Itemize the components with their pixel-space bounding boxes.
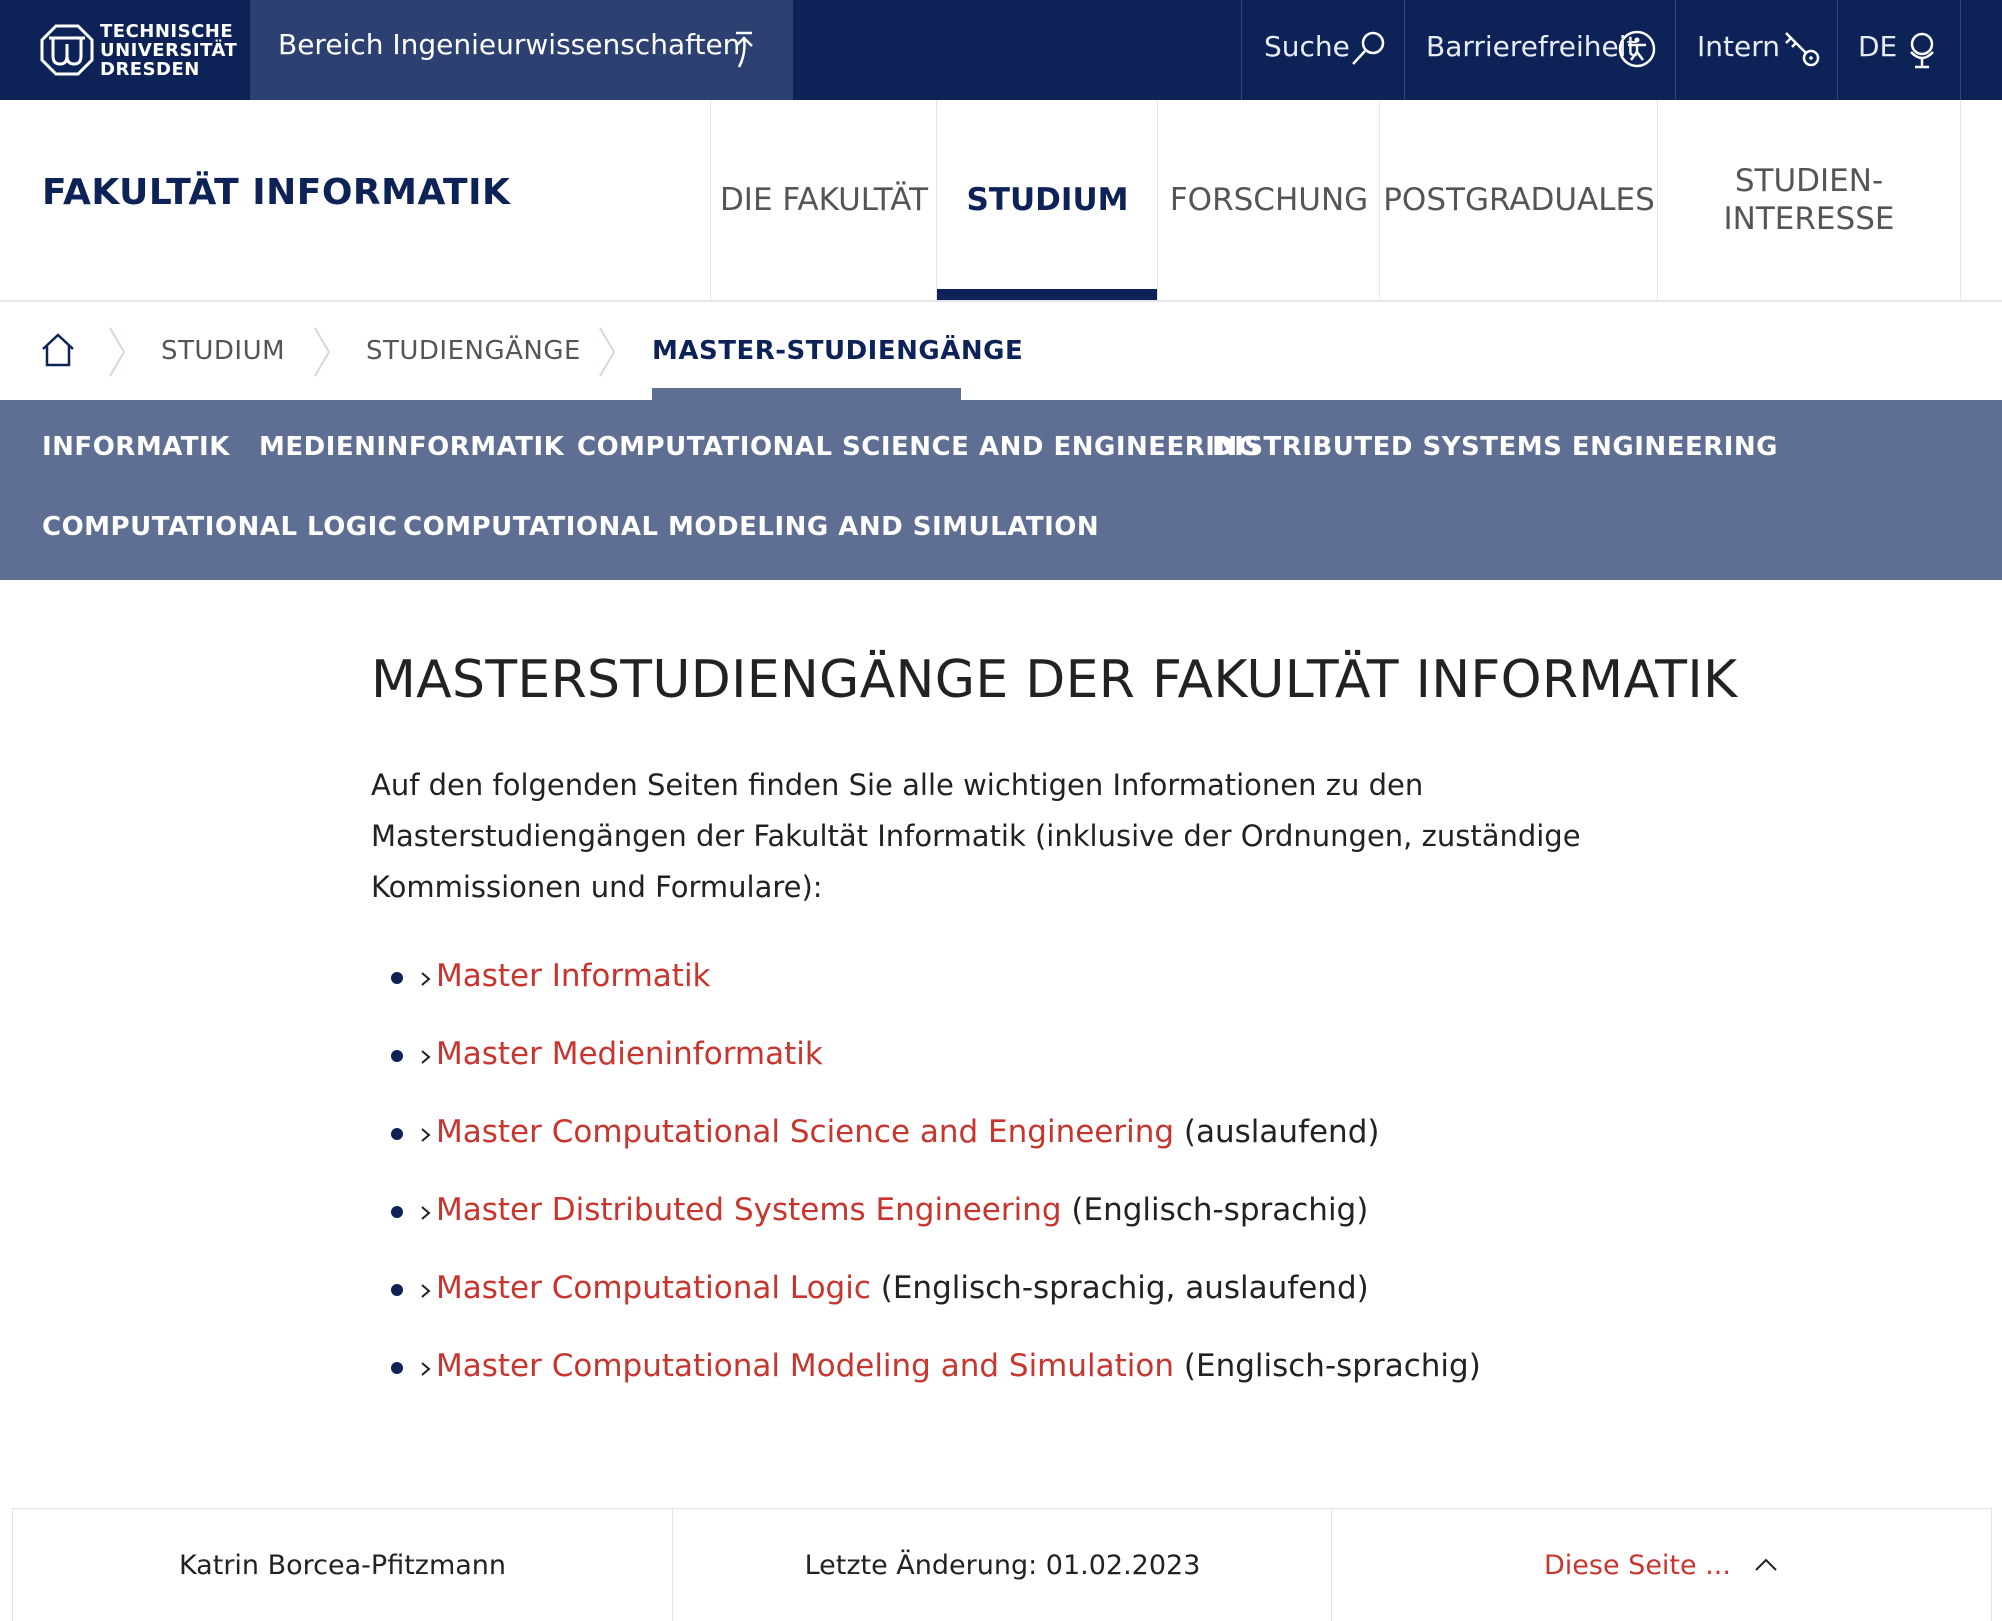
footer-last-change: Letzte Änderung: 01.02.2023 bbox=[672, 1509, 1332, 1621]
program-link[interactable]: Master Informatik bbox=[436, 958, 711, 994]
logo-line: DRESDEN bbox=[100, 59, 200, 80]
footer-author[interactable]: Katrin Borcea-Pfitzmann bbox=[13, 1509, 672, 1621]
subnav-informatik[interactable]: INFORMATIK bbox=[42, 432, 230, 462]
main-nav-studium[interactable]: STUDIUM bbox=[936, 100, 1158, 300]
program-note: (Englisch-sprachig) bbox=[1061, 1192, 1369, 1228]
bullet-icon bbox=[391, 972, 403, 984]
main-nav-die-fakultaet[interactable]: DIE FAKULTÄT bbox=[710, 100, 937, 300]
program-link-label[interactable]: Master Computational Modeling and Simula… bbox=[436, 1348, 1174, 1384]
breadcrumb-separator-icon bbox=[314, 327, 331, 377]
program-link[interactable]: Master Computational Logic (Englisch-spr… bbox=[436, 1270, 1369, 1306]
chevron-up-icon bbox=[1755, 1558, 1777, 1571]
tu-logo-mark-icon bbox=[40, 24, 94, 76]
tu-dresden-logo[interactable]: TECHNISCHE UNIVERSITÄT DRESDEN bbox=[0, 0, 250, 100]
intern-label: Intern bbox=[1697, 30, 1780, 63]
chevron-right-icon bbox=[421, 1284, 431, 1298]
program-link-label[interactable]: Master Medieninformatik bbox=[436, 1036, 823, 1072]
intern-button[interactable]: Intern bbox=[1675, 0, 1837, 100]
bereich-label: Bereich Ingenieurwissenschaften bbox=[278, 28, 741, 61]
page-title: MASTERSTUDIENGÄNGE DER FAKULTÄT INFORMAT… bbox=[371, 650, 1738, 710]
bullet-icon bbox=[391, 1206, 403, 1218]
home-icon[interactable] bbox=[40, 332, 76, 368]
page-footer: Katrin Borcea-Pfitzmann Letzte Änderung:… bbox=[12, 1508, 1992, 1621]
subnav-cse[interactable]: COMPUTATIONAL SCIENCE AND ENGINEERING bbox=[577, 432, 1260, 462]
globe-icon bbox=[1910, 32, 1934, 69]
author-name[interactable]: Katrin Borcea-Pfitzmann bbox=[179, 1550, 506, 1581]
program-note: (auslaufend) bbox=[1174, 1114, 1380, 1150]
top-bar: TECHNISCHE UNIVERSITÄT DRESDEN Bereich I… bbox=[0, 0, 2002, 100]
main-nav-postgraduales[interactable]: POSTGRADUALES bbox=[1379, 100, 1658, 300]
logo-line: TECHNISCHE bbox=[100, 21, 234, 42]
accessibility-icon bbox=[1618, 30, 1656, 68]
bullet-icon bbox=[391, 1050, 403, 1062]
bullet-icon bbox=[391, 1362, 403, 1374]
chevron-right-icon bbox=[421, 1050, 431, 1064]
bullet-icon bbox=[391, 1128, 403, 1140]
logo-line: UNIVERSITÄT bbox=[100, 40, 238, 61]
breadcrumb-studiengaenge[interactable]: STUDIENGÄNGE bbox=[366, 336, 581, 366]
main-nav-forschung[interactable]: FORSCHUNG bbox=[1157, 100, 1380, 300]
program-link-label[interactable]: Master Distributed Systems Engineering bbox=[436, 1192, 1062, 1228]
search-button[interactable]: Suche bbox=[1241, 0, 1404, 100]
program-link-label[interactable]: Master Computational Logic bbox=[436, 1270, 871, 1306]
chevron-right-icon bbox=[421, 1128, 431, 1142]
bereich-link[interactable]: Bereich Ingenieurwissenschaften bbox=[250, 0, 793, 100]
sub-navigation: INFORMATIK MEDIENINFORMATIK COMPUTATIONA… bbox=[0, 400, 2002, 580]
breadcrumb-separator-icon bbox=[109, 327, 126, 377]
chevron-right-icon bbox=[421, 972, 431, 986]
chevron-right-icon bbox=[421, 1362, 431, 1376]
program-link[interactable]: Master Distributed Systems Engineering (… bbox=[436, 1192, 1368, 1228]
tu-logo-text: TECHNISCHE UNIVERSITÄT DRESDEN bbox=[100, 22, 237, 79]
accessibility-label: Barrierefreiheit bbox=[1426, 30, 1638, 63]
program-note: (Englisch-sprachig) bbox=[1174, 1348, 1481, 1384]
program-note: (Englisch-sprachig, auslaufend) bbox=[870, 1270, 1369, 1306]
program-link[interactable]: Master Computational Science and Enginee… bbox=[436, 1114, 1379, 1150]
breadcrumb: STUDIUM STUDIENGÄNGE MASTER-STUDIENGÄNGE bbox=[0, 302, 2002, 402]
page-menu-label: Diese Seite ... bbox=[1544, 1549, 1731, 1581]
subnav-computational-logic[interactable]: COMPUTATIONAL LOGIC bbox=[42, 512, 397, 542]
breadcrumb-current: MASTER-STUDIENGÄNGE bbox=[652, 336, 1024, 366]
subnav-dse[interactable]: DISTRIBUTED SYSTEMS ENGINEERING bbox=[1212, 432, 1778, 462]
program-link-label[interactable]: Master Computational Science and Enginee… bbox=[436, 1114, 1174, 1150]
search-icon bbox=[1352, 31, 1385, 65]
language-switch[interactable]: DE bbox=[1837, 0, 1961, 100]
last-change-text: Letzte Änderung: 01.02.2023 bbox=[804, 1549, 1201, 1581]
faculty-header: FAKULTÄT INFORMATIK DIE FAKULTÄT STUDIUM… bbox=[0, 100, 2002, 302]
bullet-icon bbox=[391, 1284, 403, 1296]
page: TECHNISCHE UNIVERSITÄT DRESDEN Bereich I… bbox=[0, 0, 2002, 1621]
subnav-cms[interactable]: COMPUTATIONAL MODELING AND SIMULATION bbox=[403, 512, 1099, 542]
faculty-title[interactable]: FAKULTÄT INFORMATIK bbox=[42, 172, 510, 213]
chevron-right-icon bbox=[421, 1206, 431, 1220]
key-icon bbox=[1785, 32, 1820, 67]
breadcrumb-studium[interactable]: STUDIUM bbox=[161, 336, 285, 366]
breadcrumb-separator-icon bbox=[599, 327, 616, 377]
main-nav-studieninteresse[interactable]: STUDIEN- INTERESSE bbox=[1657, 100, 1961, 300]
search-label: Suche bbox=[1264, 30, 1350, 63]
accessibility-button[interactable]: Barrierefreiheit bbox=[1404, 0, 1675, 100]
page-menu-button[interactable]: Diese Seite ... bbox=[1331, 1509, 1991, 1621]
program-link-label[interactable]: Master Informatik bbox=[436, 958, 711, 994]
program-link[interactable]: Master Medieninformatik bbox=[436, 1036, 823, 1072]
subnav-medieninformatik[interactable]: MEDIENINFORMATIK bbox=[259, 432, 564, 462]
language-label: DE bbox=[1858, 30, 1898, 63]
intro-text: Auf den folgenden Seiten finden Sie alle… bbox=[371, 768, 1581, 904]
program-link[interactable]: Master Computational Modeling and Simula… bbox=[436, 1348, 1481, 1384]
arrow-up-icon bbox=[735, 31, 753, 68]
